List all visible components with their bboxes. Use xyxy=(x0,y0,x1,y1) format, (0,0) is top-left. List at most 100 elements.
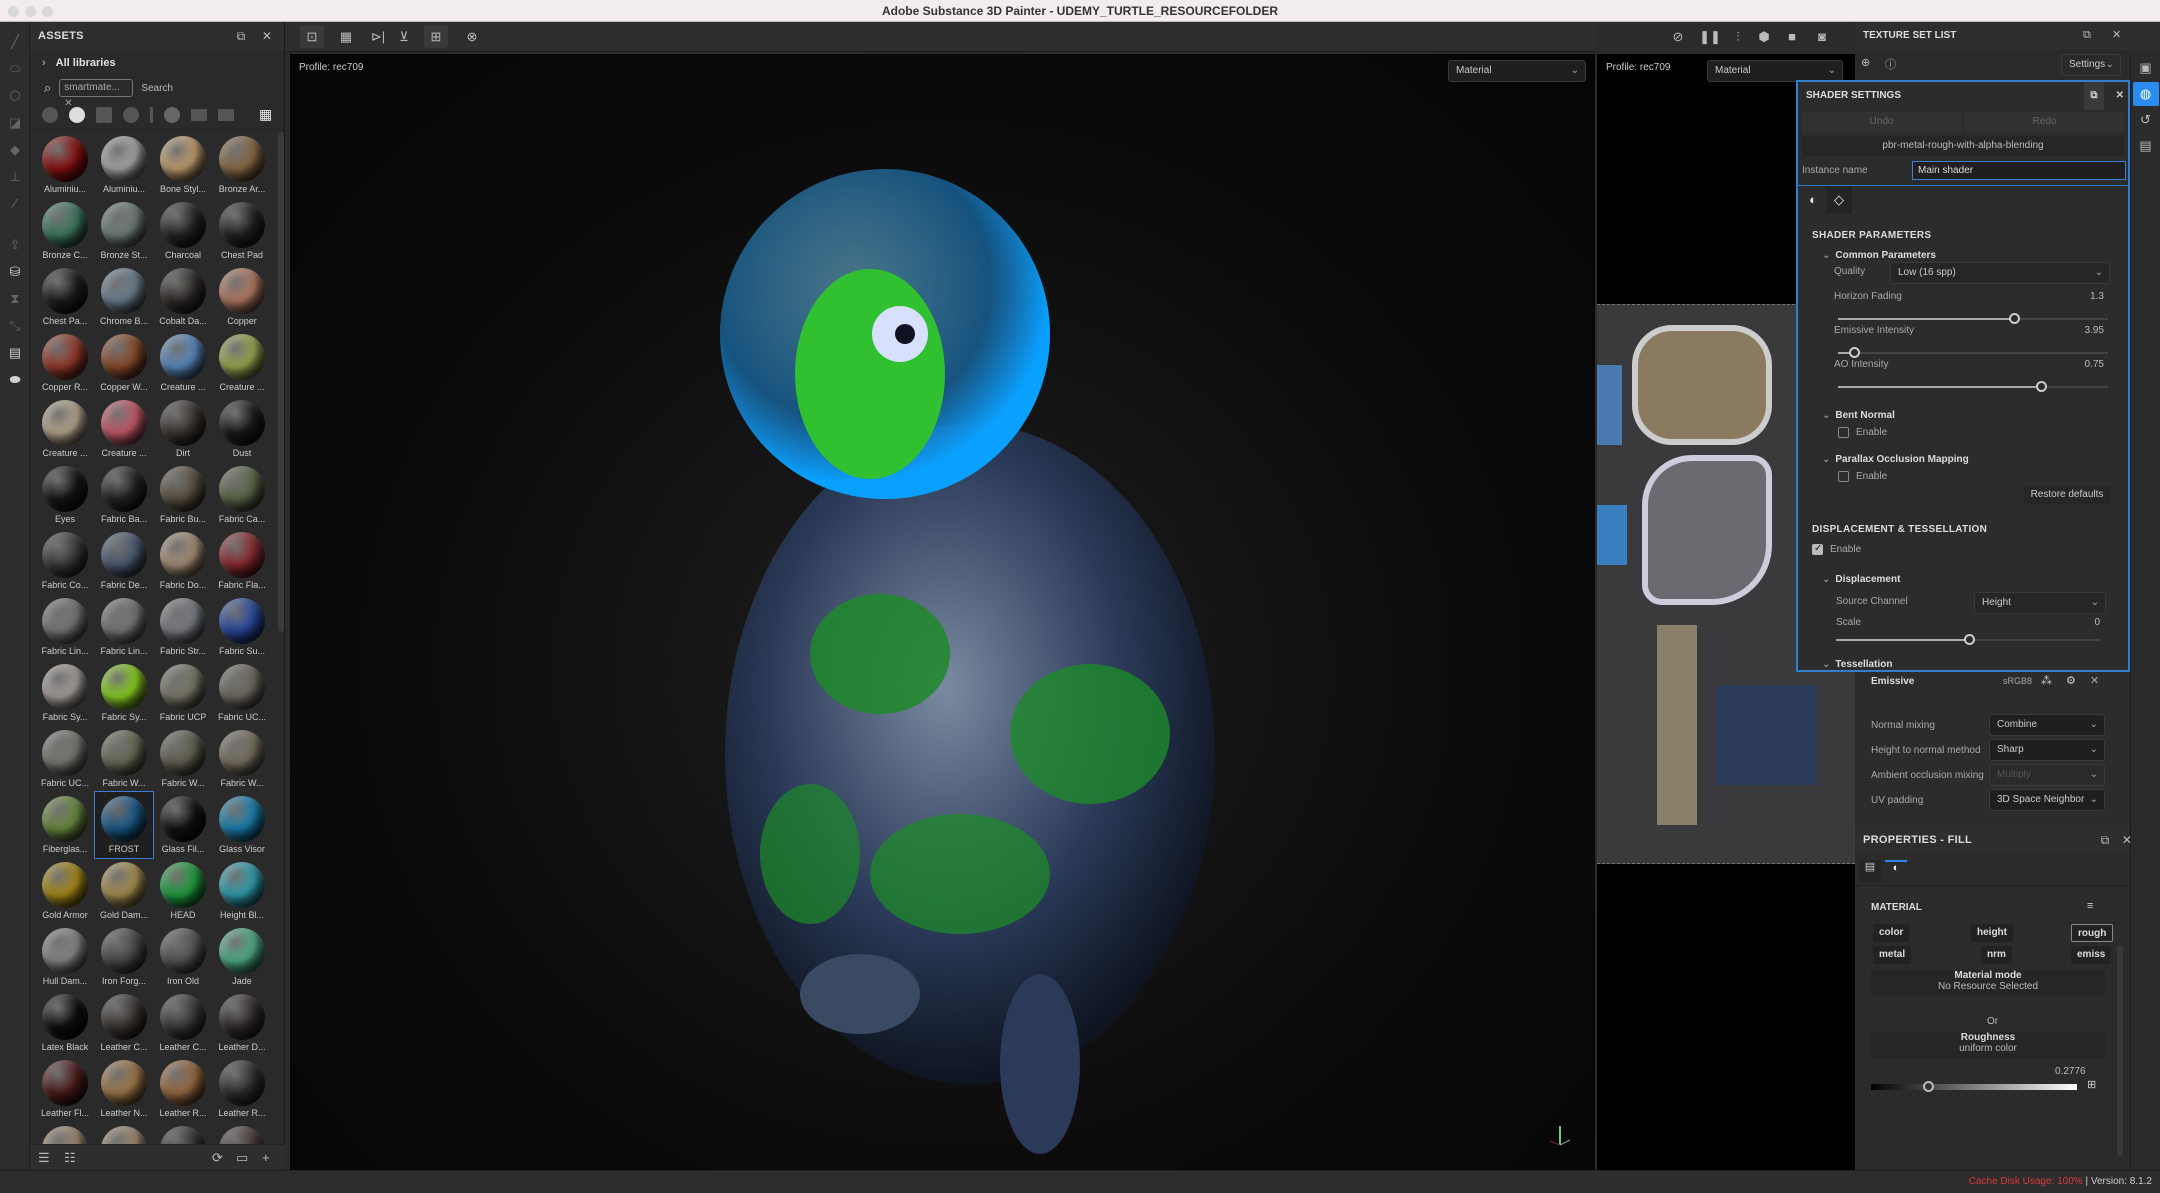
asset-item[interactable]: Fabric UC... xyxy=(213,660,271,726)
channel-metal-button[interactable]: metal xyxy=(1873,946,1912,964)
pom-checkbox[interactable] xyxy=(1838,471,1849,482)
channel-rough-button[interactable]: rough xyxy=(2071,924,2114,942)
asset-item[interactable]: Fiberglas... xyxy=(36,792,94,858)
asset-item[interactable]: Glass Visor xyxy=(213,792,271,858)
asset-item[interactable]: Bronze C... xyxy=(36,198,94,264)
asset-item[interactable]: Fabric Lin... xyxy=(36,594,94,660)
asset-item[interactable]: Leather Fl... xyxy=(36,1056,94,1122)
channel-settings-icon[interactable]: ⚙ xyxy=(2066,674,2076,687)
instance-name-input[interactable]: Main shader xyxy=(1912,161,2126,180)
alphas-filter-icon[interactable] xyxy=(191,108,207,121)
close-icon[interactable]: ✕ xyxy=(2116,82,2124,110)
asset-item[interactable]: Eyes xyxy=(36,462,94,528)
asset-item[interactable]: Creature ... xyxy=(213,330,271,396)
history-icon[interactable]: ↺ xyxy=(2133,108,2159,132)
asset-item[interactable]: Fabric Do... xyxy=(154,528,212,594)
split-view-icon[interactable]: ▦ xyxy=(334,26,358,48)
asset-item[interactable]: Bronze Ar... xyxy=(213,132,271,198)
asset-item[interactable]: Aluminiu... xyxy=(36,132,94,198)
asset-item[interactable]: Gold Dam... xyxy=(95,858,153,924)
library-selector[interactable]: › All libraries xyxy=(30,50,284,76)
asset-item[interactable]: Leather C... xyxy=(95,990,153,1056)
smart-materials-filter-icon[interactable] xyxy=(69,106,85,123)
refresh-icon[interactable]: ⟳ xyxy=(212,1150,223,1166)
reset-view-icon[interactable]: ⊗ xyxy=(460,26,484,48)
tessellation-group[interactable]: ⌄ Tessellation xyxy=(1822,659,1892,670)
asset-item[interactable]: Creature ... xyxy=(36,396,94,462)
asset-item[interactable]: Fabric Ca... xyxy=(213,462,271,528)
document-icon[interactable]: ▤ xyxy=(0,339,30,366)
asset-item[interactable]: Cobalt Da... xyxy=(154,264,212,330)
import-icon[interactable]: ☰ xyxy=(38,1150,50,1166)
bake-icon[interactable]: ⛁ xyxy=(0,258,30,285)
smudge-icon[interactable]: ◆ xyxy=(0,136,30,163)
asset-item[interactable]: Fabric Sy... xyxy=(36,660,94,726)
hourglass-icon[interactable]: ⧗ xyxy=(0,285,30,312)
channel-emiss-button[interactable]: emiss xyxy=(2071,946,2112,964)
mirror-x-icon[interactable]: ⊳|⊲ xyxy=(366,26,390,66)
asset-item[interactable]: Gold Armor xyxy=(36,858,94,924)
redo-button[interactable]: Redo xyxy=(1965,112,2124,132)
asset-item[interactable]: Copper xyxy=(213,264,271,330)
material-mode-button[interactable]: Material mode No Resource Selected xyxy=(1871,970,2105,996)
asset-item[interactable]: Copper R... xyxy=(36,330,94,396)
asset-item[interactable]: Fabric Su... xyxy=(213,594,271,660)
shader-params-tab[interactable]: ◐ xyxy=(1800,186,1826,214)
frame-icon[interactable]: ⊞ xyxy=(424,26,448,48)
asset-item[interactable]: Fabric Lin... xyxy=(95,594,153,660)
quality-select[interactable]: Low (16 spp) ⌄ xyxy=(1890,262,2110,284)
info-icon[interactable]: ⓘ xyxy=(1885,56,1896,72)
asset-item[interactable]: Fabric Fla... xyxy=(213,528,271,594)
asset-item[interactable]: Hull Dam... xyxy=(36,924,94,990)
asset-item[interactable]: Iron Forg... xyxy=(95,924,153,990)
random-seed-icon[interactable]: ⊞ xyxy=(2087,1078,2096,1091)
search-input[interactable]: Search xyxy=(141,83,173,94)
settings-dropdown[interactable]: Settings ⌄ xyxy=(2061,54,2121,76)
camera-icon[interactable]: ■ xyxy=(1780,26,1804,48)
asset-item[interactable]: Fabric W... xyxy=(213,726,271,792)
color-picker-icon[interactable]: ⁄ xyxy=(0,190,30,217)
mesh-icon[interactable]: ⬬ xyxy=(0,366,30,393)
asset-item[interactable]: Creature ... xyxy=(154,330,212,396)
asset-item[interactable]: Glass Fil... xyxy=(154,792,212,858)
asset-item[interactable]: Iron Old xyxy=(154,924,212,990)
screenshot-icon[interactable]: ◙ xyxy=(1810,26,1834,48)
asset-item[interactable]: Fabric De... xyxy=(95,528,153,594)
asset-item[interactable]: Charcoal xyxy=(154,198,212,264)
asset-item[interactable]: Height Bl... xyxy=(213,858,271,924)
asset-item[interactable]: Fabric Sy... xyxy=(95,660,153,726)
grid-view-icon[interactable]: ▦ xyxy=(259,106,272,123)
bent-normal-checkbox[interactable] xyxy=(1838,427,1849,438)
color-space-icon[interactable]: ⁂ xyxy=(2041,674,2052,687)
material-options-icon[interactable]: ≡ xyxy=(2087,900,2093,912)
asset-item[interactable]: Chest Pa... xyxy=(36,264,94,330)
fill-settings-tab[interactable]: ▤ xyxy=(1859,860,1881,882)
textures-filter-icon[interactable] xyxy=(164,106,180,123)
close-window-button[interactable] xyxy=(8,6,19,17)
asset-item[interactable]: Leather N... xyxy=(95,1056,153,1122)
asset-item[interactable]: Fabric UCP xyxy=(154,660,212,726)
close-icon[interactable]: ✕ xyxy=(258,22,276,50)
shader-select-button[interactable]: pbr-metal-rough-with-alpha-blending xyxy=(1802,136,2124,156)
roughness-slider[interactable] xyxy=(1871,1081,2077,1092)
3d-view-mode-select[interactable]: Material ⌄ xyxy=(1448,60,1586,82)
asset-item[interactable]: Fabric Bu... xyxy=(154,462,212,528)
ruler-icon[interactable]: ⤡ xyxy=(0,312,30,339)
paint-brush-icon[interactable]: ╱ xyxy=(0,28,30,55)
materials-filter-icon[interactable] xyxy=(42,106,58,123)
displacement-enable-checkbox[interactable] xyxy=(1812,543,1823,555)
folder-icon[interactable]: ▭ xyxy=(236,1150,248,1166)
asset-item[interactable]: Fabric W... xyxy=(154,726,212,792)
mirror-y-icon[interactable]: ⊻ xyxy=(392,26,416,48)
close-icon[interactable]: ✕ xyxy=(2118,826,2136,854)
display-mode-icon[interactable]: ⬢ xyxy=(1752,26,1776,48)
add-icon[interactable]: + xyxy=(262,1150,270,1165)
asset-item[interactable]: Creature ... xyxy=(95,396,153,462)
eraser-icon[interactable]: ⬭ xyxy=(0,55,30,82)
ao-intensity-slider[interactable] xyxy=(1838,381,2108,392)
single-view-icon[interactable]: ⊡ xyxy=(300,26,324,48)
asset-item[interactable]: Chrome B... xyxy=(95,264,153,330)
asset-item[interactable]: Leather D... xyxy=(213,990,271,1056)
asset-item[interactable]: Dirt xyxy=(154,396,212,462)
maximize-window-button[interactable] xyxy=(42,6,53,17)
